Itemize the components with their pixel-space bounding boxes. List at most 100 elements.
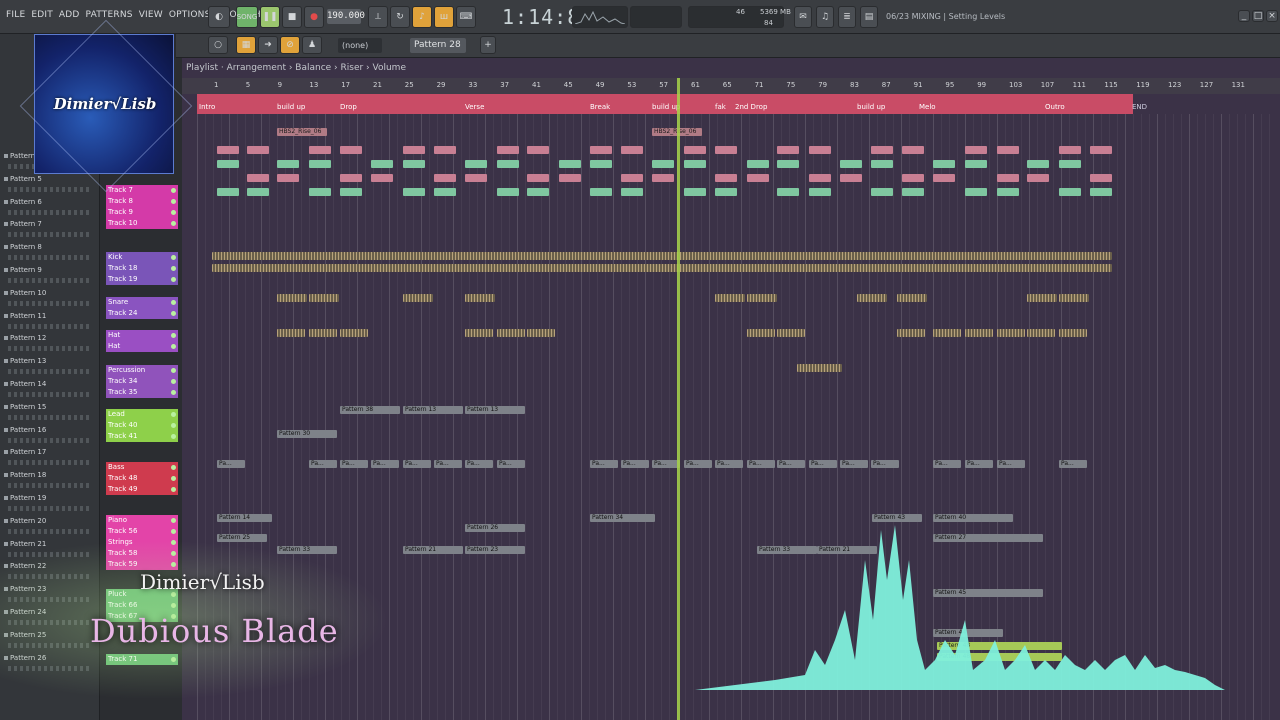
playlist-clip[interactable] <box>1090 188 1112 196</box>
playlist-clip[interactable] <box>340 146 362 154</box>
playlist-clip[interactable] <box>277 294 307 302</box>
playlist-clip[interactable]: Pa... <box>497 460 525 468</box>
minimize-icon[interactable]: _ <box>1238 10 1250 22</box>
playlist-clip[interactable]: Pa... <box>340 460 368 468</box>
stamp-icon[interactable]: ♟ <box>302 36 322 54</box>
playlist-clip[interactable] <box>559 160 581 168</box>
playlist-clip[interactable]: Pa... <box>840 460 868 468</box>
pattern-item[interactable]: Pattern 14 <box>2 380 96 402</box>
track-header[interactable]: Track 41 <box>106 431 178 442</box>
arrangement-marker[interactable]: Intro <box>199 103 215 111</box>
playlist-clip[interactable] <box>871 188 893 196</box>
track-header[interactable]: Percussion <box>106 365 178 376</box>
playlist-clip[interactable]: Pa... <box>403 460 431 468</box>
maximize-icon[interactable]: □ <box>1252 10 1264 22</box>
playlist-clip[interactable] <box>840 174 862 182</box>
playlist-clip[interactable]: Pa... <box>465 460 493 468</box>
playlist-clip[interactable] <box>809 174 831 182</box>
pattern-item[interactable]: Pattern 9 <box>2 266 96 288</box>
playlist-clip[interactable] <box>434 146 456 154</box>
playlist-clip[interactable] <box>590 146 612 154</box>
track-header[interactable]: Track 35 <box>106 387 178 398</box>
playlist-clip[interactable]: Pa... <box>933 460 961 468</box>
playlist-clip[interactable] <box>277 329 305 337</box>
track-header[interactable]: Hat <box>106 330 178 341</box>
playlist-clip[interactable] <box>621 174 643 182</box>
arrow-icon[interactable]: ➜ <box>258 36 278 54</box>
playlist-clip[interactable] <box>1090 146 1112 154</box>
playlist-clip[interactable] <box>797 364 842 372</box>
track-header[interactable]: Track 10 <box>106 218 178 229</box>
playlist-clip[interactable]: Pattern 21 <box>403 546 463 554</box>
menu-options[interactable]: OPTIONS <box>169 10 211 20</box>
playlist-clip[interactable] <box>309 294 339 302</box>
playlist-clip[interactable] <box>497 146 519 154</box>
playlist-clip[interactable]: Pa... <box>871 460 899 468</box>
playlist-clip[interactable] <box>590 160 612 168</box>
pattern-item[interactable]: Pattern 10 <box>2 289 96 311</box>
pattern-item[interactable]: Pattern 13 <box>2 357 96 379</box>
menu-patterns[interactable]: PATTERNS <box>86 10 133 20</box>
playlist-clip[interactable] <box>434 188 456 196</box>
arrangement-marker[interactable]: Drop <box>340 103 357 111</box>
track-header[interactable]: Track 9 <box>106 207 178 218</box>
mute-led-icon[interactable] <box>171 210 176 215</box>
menu-add[interactable]: ADD <box>59 10 80 20</box>
blend-icon[interactable]: ш <box>434 6 454 28</box>
volume-meter[interactable] <box>630 6 682 28</box>
marker-track[interactable]: Intro build up Drop Verse Break build up fak 2n… <box>197 94 1147 114</box>
track-header[interactable]: Track 8 <box>106 196 178 207</box>
playlist-clip[interactable]: Pa... <box>590 460 618 468</box>
playlist-clip[interactable]: Pa... <box>309 460 337 468</box>
pattern-item[interactable]: Pattern 15 <box>2 403 96 425</box>
pattern-item[interactable]: Pattern 18 <box>2 471 96 493</box>
playlist-clip[interactable] <box>212 264 1112 272</box>
playlist-clip[interactable] <box>340 174 362 182</box>
playlist-clip[interactable] <box>465 160 487 168</box>
pattern-item[interactable]: Pattern 11 <box>2 312 96 334</box>
arrangement-marker[interactable]: Verse <box>465 103 484 111</box>
playlist-clip[interactable] <box>747 329 775 337</box>
chain-icon[interactable]: ⊘ <box>280 36 300 54</box>
mute-led-icon[interactable] <box>171 487 176 492</box>
arrangement-marker[interactable]: build up <box>857 103 885 111</box>
playlist-clip[interactable] <box>747 160 769 168</box>
playlist-clip[interactable] <box>309 188 331 196</box>
playlist-clip[interactable] <box>497 188 519 196</box>
pattern-selector[interactable]: Pattern 28 <box>410 38 466 53</box>
track-header[interactable]: Track 18 <box>106 263 178 274</box>
step-icon[interactable]: ♪ <box>412 6 432 28</box>
playlist-clip[interactable] <box>965 188 987 196</box>
snap-icon[interactable]: ⟂ <box>368 6 388 28</box>
browser-icon[interactable]: ▤ <box>860 6 878 28</box>
playlist-clip[interactable] <box>403 146 425 154</box>
playlist-clip[interactable] <box>1027 329 1055 337</box>
playlist-clip[interactable]: HBS2_Rise_06 <box>277 128 327 136</box>
playlist-clip[interactable] <box>403 188 425 196</box>
playlist-clip[interactable]: Pattern 13 <box>465 406 525 414</box>
mute-led-icon[interactable] <box>171 423 176 428</box>
playlist-clip[interactable]: Pa... <box>434 460 462 468</box>
pattern-item[interactable]: Pattern 16 <box>2 426 96 448</box>
playlist-clip[interactable] <box>777 188 799 196</box>
stop-icon[interactable]: ■ <box>282 6 302 28</box>
playlist-clip[interactable] <box>933 174 955 182</box>
mute-led-icon[interactable] <box>171 434 176 439</box>
playlist-clip[interactable]: Pa... <box>809 460 837 468</box>
playlist-clip[interactable]: Pattern 23 <box>465 546 525 554</box>
arrangement-marker[interactable]: fak <box>715 103 726 111</box>
pattern-item[interactable]: Pattern 12 <box>2 334 96 356</box>
playlist-clip[interactable]: Pa... <box>747 460 775 468</box>
menu-edit[interactable]: EDIT <box>31 10 53 20</box>
playlist-clip[interactable]: Pa... <box>715 460 743 468</box>
playlist-clip[interactable] <box>902 146 924 154</box>
playlist-clip[interactable] <box>217 146 239 154</box>
playlist-clip[interactable] <box>309 160 331 168</box>
arrangement-marker[interactable]: build up <box>277 103 305 111</box>
playlist-clip[interactable]: Pa... <box>1059 460 1087 468</box>
playlist-clip[interactable] <box>965 146 987 154</box>
track-header[interactable]: Hat <box>106 341 178 352</box>
playlist-clip[interactable] <box>1027 160 1049 168</box>
track-header[interactable]: Track 19 <box>106 274 178 285</box>
loop-icon[interactable]: ↻ <box>390 6 410 28</box>
